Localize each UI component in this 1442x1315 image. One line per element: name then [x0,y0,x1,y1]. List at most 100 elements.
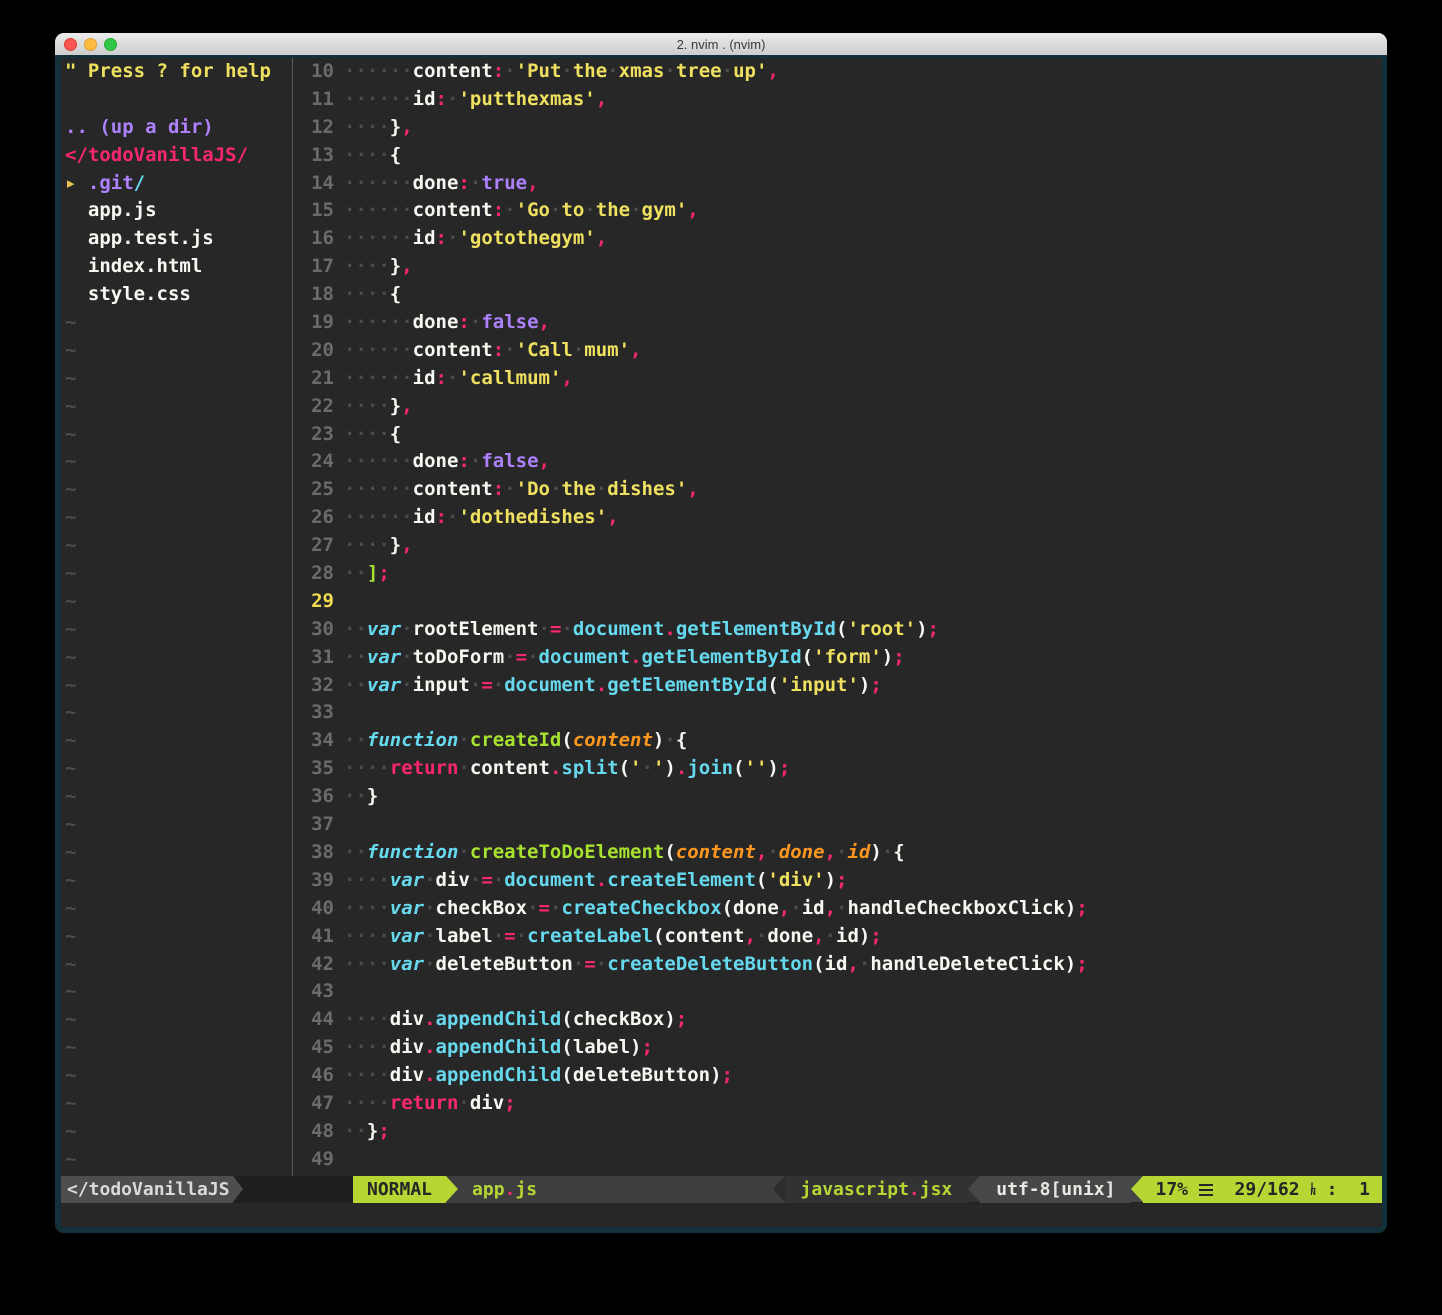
empty-line-tilde: ~ [65,532,287,560]
code-line[interactable]: 45····div.appendChild(label); [298,1034,1382,1062]
code-line[interactable]: 49 [298,1146,1382,1174]
code-line[interactable]: 20······content:·'Call·mum', [298,337,1382,365]
powerline-arrow-icon [968,1176,980,1202]
code-line[interactable]: 24······done:·false, [298,448,1382,476]
code-line[interactable]: 13····{ [298,142,1382,170]
titlebar[interactable]: 2. nvim . (nvim) [55,33,1387,55]
tree-file-index-html[interactable]: index.html [65,253,287,281]
line-number: 34 [298,727,334,755]
empty-line-tilde: ~ [65,560,287,588]
code-line[interactable]: 26······id:·'dothedishes', [298,504,1382,532]
statusline-filetype: javascript.jsx [785,1176,969,1203]
line-number: 17 [298,253,334,281]
minimize-icon[interactable] [84,38,97,51]
code-line[interactable]: 48··}; [298,1118,1382,1146]
empty-line-tilde: ~ [65,951,287,979]
tree-dir-git[interactable]: ▸ .git/ [65,170,287,198]
code-line[interactable]: 27····}, [298,532,1382,560]
line-number: 12 [298,114,334,142]
statusline-tree-filler [233,1176,353,1203]
terminal-window: 2. nvim . (nvim) " Press ? for help.. (u… [55,33,1387,1233]
code-line[interactable]: 29 [298,588,1382,616]
close-icon[interactable] [64,38,77,51]
tree-root[interactable]: </todoVanillaJS/ [65,142,287,170]
line-number: 24 [298,448,334,476]
vertical-split-handle[interactable] [287,58,298,1176]
code-line[interactable]: 35····return·content.split('·').join('')… [298,755,1382,783]
empty-line-tilde: ~ [65,1118,287,1146]
line-number: 31 [298,644,334,672]
tree-file-app-js[interactable]: app.js [65,197,287,225]
statusline: </todoVanillaJS NORMAL app.js javascript… [61,1176,1382,1203]
code-line[interactable]: 44····div.appendChild(checkBox); [298,1006,1382,1034]
line-number: 22 [298,393,334,421]
vim-command-line [61,1203,1382,1227]
statusline-mode-indicator: NORMAL [353,1176,446,1203]
code-line[interactable]: 19······done:·false, [298,309,1382,337]
empty-line-tilde: ~ [65,867,287,895]
line-number: 48 [298,1118,334,1146]
tree-file-style-css[interactable]: style.css [65,281,287,309]
code-line[interactable]: 11······id:·'putthexmas', [298,86,1382,114]
code-line[interactable]: 32··var·input·=·document.getElementById(… [298,672,1382,700]
code-line[interactable]: 23····{ [298,421,1382,449]
empty-line-tilde: ~ [65,783,287,811]
code-buffer[interactable]: 10······content:·'Put·the·xmas·tree·up',… [298,58,1382,1176]
line-number: 10 [298,58,334,86]
code-line[interactable]: 15······content:·'Go·to·the·gym', [298,197,1382,225]
cursor-line-number: 29 [298,588,334,616]
code-line[interactable]: 25······content:·'Do·the·dishes', [298,476,1382,504]
empty-line-tilde: ~ [65,839,287,867]
line-number: 27 [298,532,334,560]
tree-file-app-test-js[interactable]: app.test.js [65,225,287,253]
code-line[interactable]: 12····}, [298,114,1382,142]
code-line[interactable]: 38··function·createToDoElement(content,·… [298,839,1382,867]
code-line[interactable]: 46····div.appendChild(deleteButton); [298,1062,1382,1090]
statusline-position: 17% 29/162 LN : 1 [1143,1176,1382,1203]
code-line[interactable]: 43 [298,978,1382,1006]
empty-line-tilde: ~ [65,393,287,421]
line-number: 26 [298,504,334,532]
line-number: 47 [298,1090,334,1118]
code-line[interactable]: 31··var·toDoForm·=·document.getElementBy… [298,644,1382,672]
code-line[interactable]: 42····var·deleteButton·=·createDeleteBut… [298,951,1382,979]
code-line[interactable]: 18····{ [298,281,1382,309]
empty-line-tilde: ~ [65,811,287,839]
code-line[interactable]: 30··var·rootElement·=·document.getElemen… [298,616,1382,644]
powerline-arrow-icon [773,1176,785,1202]
code-line[interactable]: 22····}, [298,393,1382,421]
empty-line-tilde: ~ [65,895,287,923]
code-line[interactable]: 39····var·div·=·document.createElement('… [298,867,1382,895]
code-line[interactable]: 41····var·label·=·createLabel(content,·d… [298,923,1382,951]
code-line[interactable]: 21······id:·'callmum', [298,365,1382,393]
empty-line-tilde: ~ [65,448,287,476]
traffic-lights [64,38,117,51]
empty-line-tilde: ~ [65,1062,287,1090]
statusline-line-of-total: 29/162 [1213,1176,1311,1203]
nvim-editor: " Press ? for help.. (up a dir)</todoVan… [61,58,1382,1227]
code-line[interactable]: 14······done:·true, [298,170,1382,198]
statusline-percent: 17% [1155,1176,1198,1203]
code-line[interactable]: 28··]; [298,560,1382,588]
zoom-icon[interactable] [104,38,117,51]
code-line[interactable]: 17····}, [298,253,1382,281]
code-line[interactable]: 33 [298,699,1382,727]
window-title: 2. nvim . (nvim) [677,37,766,52]
line-number: 36 [298,783,334,811]
code-line[interactable]: 16······id:·'gotothegym', [298,225,1382,253]
line-number: 41 [298,923,334,951]
code-line[interactable]: 40····var·checkBox·=·createCheckbox(done… [298,895,1382,923]
empty-line-tilde: ~ [65,1034,287,1062]
empty-line-tilde: ~ [65,337,287,365]
code-line[interactable]: 10······content:·'Put·the·xmas·tree·up', [298,58,1382,86]
empty-line-tilde: ~ [65,421,287,449]
terminal-content: " Press ? for help.. (up a dir)</todoVan… [55,55,1387,1233]
empty-line-tilde: ~ [65,476,287,504]
statusline-encoding: utf-8[unix] [980,1176,1131,1203]
powerline-arrow-icon [1131,1176,1143,1202]
code-line[interactable]: 37 [298,811,1382,839]
tree-up-dir[interactable]: .. (up a dir) [65,114,287,142]
code-line[interactable]: 34··function·createId(content)·{ [298,727,1382,755]
code-line[interactable]: 47····return·div; [298,1090,1382,1118]
code-line[interactable]: 36··} [298,783,1382,811]
